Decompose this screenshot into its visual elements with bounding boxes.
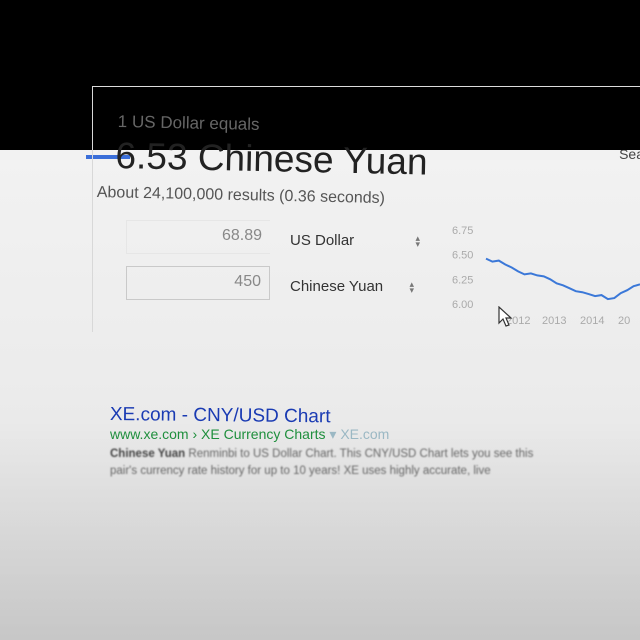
snippet-text-2: pair's currency rate history for up to 1… [110,465,491,477]
x-tick-label: 20 [618,315,630,327]
snippet-text-1: Renminbi to US Dollar Chart. This CNY/US… [185,448,534,460]
to-currency-select[interactable]: Chinese Yuan ▴ ▾ [290,278,420,308]
y-tick-label: 6.50 [452,250,473,262]
from-currency-label: US Dollar [290,232,355,249]
y-tick-label: 6.75 [452,225,473,237]
result-url-text: www.xe.com › XE Currency Charts [110,426,326,442]
rate-series-line [485,257,640,301]
x-tick-label: 2014 [580,315,604,327]
conversion-equals-label: 1 US Dollar equals [117,112,260,134]
search-result-snippet: Chinese Yuan Renminbi to US Dollar Chart… [110,446,640,480]
select-spinner-icon: ▴ ▾ [409,279,414,295]
to-currency-label: Chinese Yuan [290,278,384,295]
snippet-highlight: Chinese Yuan [110,448,186,460]
result-url-extra: XE.com [340,426,390,442]
exchange-rate-chart[interactable]: 6.756.506.256.00 2012 2013 2014 20 [440,222,640,332]
mouse-cursor-icon [498,306,513,327]
x-tick-label: 2013 [542,315,566,327]
chevron-down-icon[interactable]: ▾ [329,426,336,442]
y-tick-label: 6.00 [452,299,473,311]
from-amount-input[interactable]: 68.89 [126,220,270,254]
search-result-url[interactable]: www.xe.com › XE Currency Charts ▾ XE.com [110,426,389,443]
to-amount-input[interactable]: 450 [126,266,270,300]
y-tick-label: 6.25 [452,274,473,286]
select-spinner-icon: ▴ ▾ [415,233,420,249]
search-result-title[interactable]: XE.com - CNY/USD Chart [110,404,331,428]
from-currency-select[interactable]: US Dollar ▴ ▾ [290,232,420,262]
conversion-rate: 6.53 Chinese Yuan [115,135,428,183]
